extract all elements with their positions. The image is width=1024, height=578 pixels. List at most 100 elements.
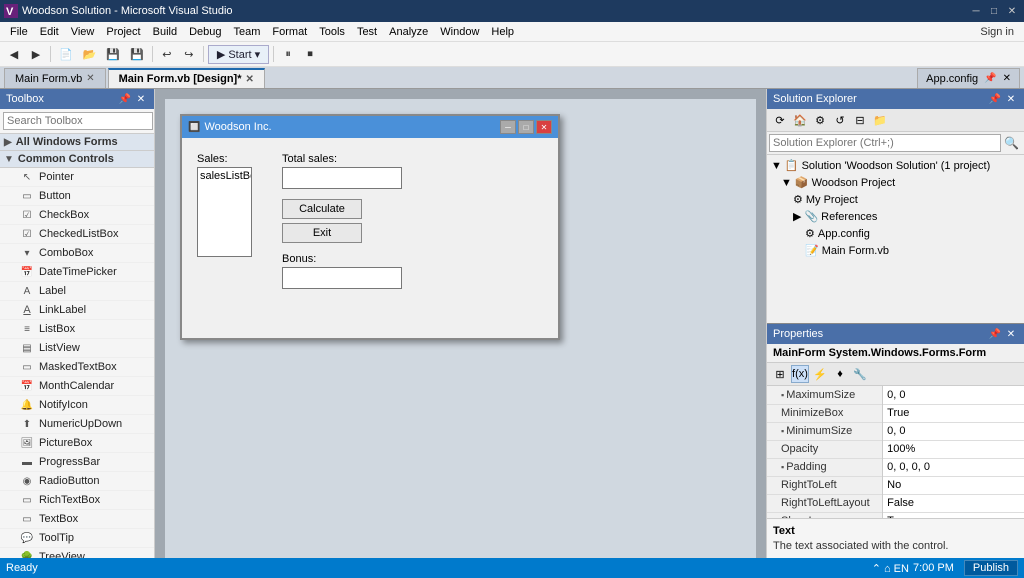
menu-debug[interactable]: Debug: [183, 24, 227, 40]
toolbox-pin-btn[interactable]: 📌: [118, 92, 132, 106]
toolbox-item-textbox[interactable]: ▭TextBox: [0, 510, 154, 529]
form-close-btn[interactable]: ✕: [536, 120, 552, 134]
toolbox-item-datetimepicker[interactable]: 📅DateTimePicker: [0, 263, 154, 282]
tab-mainform-design[interactable]: Main Form.vb [Design]* ✕: [108, 68, 265, 88]
menu-view[interactable]: View: [65, 24, 101, 40]
toolbox-item-checkedlistbox[interactable]: ☑CheckedListBox: [0, 225, 154, 244]
solution-explorer-close-btn[interactable]: ✕: [1004, 92, 1018, 106]
exit-button[interactable]: Exit: [282, 223, 362, 243]
toolbox-section-allwindows[interactable]: ▶ All Windows Forms: [0, 134, 154, 151]
toolbox-item-richtextbox[interactable]: ▭RichTextBox: [0, 491, 154, 510]
prop-val-righttoleft[interactable]: No: [883, 476, 1024, 494]
design-area[interactable]: 🔲 Woodson Inc. ─ □ ✕ Sales:: [155, 89, 766, 558]
prop-val-padding[interactable]: 0, 0, 0, 0: [883, 458, 1024, 476]
props-settings-btn[interactable]: 🔧: [851, 365, 869, 383]
sign-in-link[interactable]: Sign in: [974, 26, 1020, 38]
toolbox-search-input[interactable]: [3, 112, 153, 130]
props-event-btn[interactable]: ⚡: [811, 365, 829, 383]
toolbox-item-listview[interactable]: ▤ListView: [0, 339, 154, 358]
menu-project[interactable]: Project: [100, 24, 146, 40]
se-refresh-btn[interactable]: ↺: [831, 111, 849, 129]
publish-button[interactable]: Publish: [964, 560, 1018, 576]
toolbox-item-listbox[interactable]: ≡ListBox: [0, 320, 154, 339]
toolbox-item-numericupdown[interactable]: ⬆NumericUpDown: [0, 415, 154, 434]
menu-window[interactable]: Window: [434, 24, 485, 40]
toolbox-section-common-header[interactable]: ▼ Common Controls: [0, 151, 154, 168]
toolbox-item-treeview[interactable]: 🌳TreeView: [0, 548, 154, 558]
toolbox-item-monthcalendar[interactable]: 📅MonthCalendar: [0, 377, 154, 396]
prop-val-maxsize[interactable]: 0, 0: [883, 386, 1024, 404]
menu-edit[interactable]: Edit: [34, 24, 65, 40]
total-sales-textbox[interactable]: [282, 167, 402, 189]
toolbar-saveall-btn[interactable]: 💾: [126, 44, 148, 64]
se-home-btn[interactable]: 🏠: [791, 111, 809, 129]
appconfig-close-icon[interactable]: ✕: [1003, 73, 1011, 84]
properties-close-btn[interactable]: ✕: [1004, 327, 1018, 341]
form-restore-btn[interactable]: □: [518, 120, 534, 134]
form-minimize-btn[interactable]: ─: [500, 120, 516, 134]
tree-solution[interactable]: ▼ 📋 Solution 'Woodson Solution' (1 proje…: [769, 157, 1022, 174]
se-props-btn[interactable]: ⚙: [811, 111, 829, 129]
toolbar-save-btn[interactable]: 💾: [102, 44, 124, 64]
tree-project[interactable]: ▼ 📦 Woodson Project: [769, 174, 1022, 191]
toolbar-forward-btn[interactable]: ▶: [26, 44, 46, 64]
toolbox-item-button[interactable]: ▭Button: [0, 187, 154, 206]
toolbox-item-maskedtextbox[interactable]: ▭MaskedTextBox: [0, 358, 154, 377]
menu-help[interactable]: Help: [485, 24, 520, 40]
menu-team[interactable]: Team: [228, 24, 267, 40]
toolbar-pause-btn[interactable]: ⏸: [278, 44, 298, 64]
toolbox-item-linklabel[interactable]: ALinkLabel: [0, 301, 154, 320]
menu-format[interactable]: Format: [266, 24, 313, 40]
menu-test[interactable]: Test: [351, 24, 383, 40]
calculate-button[interactable]: Calculate: [282, 199, 362, 219]
sales-listbox[interactable]: salesListBo: [197, 167, 252, 257]
tree-appconfig[interactable]: ⚙ App.config: [769, 225, 1022, 242]
prop-val-righttoleftlayout[interactable]: False: [883, 494, 1024, 512]
tab-mainform-vb-close[interactable]: ✕: [86, 73, 94, 84]
toolbox-item-checkbox[interactable]: ☑CheckBox: [0, 206, 154, 225]
toolbox-item-tooltip[interactable]: 💬ToolTip: [0, 529, 154, 548]
menu-tools[interactable]: Tools: [313, 24, 351, 40]
tab-mainform-vb[interactable]: Main Form.vb ✕: [4, 68, 106, 88]
menu-build[interactable]: Build: [147, 24, 183, 40]
toolbox-item-progressbar[interactable]: ▬ProgressBar: [0, 453, 154, 472]
prop-val-minsize[interactable]: 0, 0: [883, 422, 1024, 440]
toolbox-item-notifyicon[interactable]: 🔔NotifyIcon: [0, 396, 154, 415]
bonus-textbox[interactable]: [282, 267, 402, 289]
toolbox-close-btn[interactable]: ✕: [134, 92, 148, 106]
solution-search-icon[interactable]: 🔍: [1001, 136, 1022, 150]
restore-button[interactable]: □: [986, 4, 1002, 18]
toolbar-undo-btn[interactable]: ↩: [157, 44, 177, 64]
menu-analyze[interactable]: Analyze: [383, 24, 434, 40]
solution-explorer-search-input[interactable]: [769, 134, 1001, 152]
tab-appconfig[interactable]: App.config 📌 ✕: [917, 68, 1020, 88]
prop-val-minimizebox[interactable]: True: [883, 404, 1024, 422]
minimize-button[interactable]: ─: [968, 4, 984, 18]
tree-mainform[interactable]: 📝 Main Form.vb: [769, 242, 1022, 259]
prop-val-opacity[interactable]: 100%: [883, 440, 1024, 458]
toolbox-item-picturebox[interactable]: 🖼PictureBox: [0, 434, 154, 453]
toolbar-redo-btn[interactable]: ↪: [179, 44, 199, 64]
run-button[interactable]: ▶ Start ▾: [208, 45, 269, 64]
se-show-files-btn[interactable]: 📁: [871, 111, 889, 129]
tab-mainform-design-close[interactable]: ✕: [245, 74, 253, 85]
toolbox-section-common[interactable]: ▼ Common Controls ↖Pointer ▭Button ☑Chec…: [0, 151, 154, 558]
se-collapse-btn[interactable]: ⊟: [851, 111, 869, 129]
props-sort-btn[interactable]: f(x): [791, 365, 809, 383]
properties-pin-btn[interactable]: 📌: [988, 327, 1002, 341]
props-diamond-btn[interactable]: ♦: [831, 365, 849, 383]
toolbar-new-btn[interactable]: 📄: [55, 44, 77, 64]
se-sync-btn[interactable]: ⟳: [771, 111, 789, 129]
tree-references[interactable]: ▶ 📎 References: [769, 208, 1022, 225]
toolbox-item-label[interactable]: ALabel: [0, 282, 154, 301]
tree-myproject[interactable]: ⚙ My Project: [769, 191, 1022, 208]
toolbox-item-pointer[interactable]: ↖Pointer: [0, 168, 154, 187]
toolbar-open-btn[interactable]: 📂: [79, 44, 101, 64]
close-button[interactable]: ✕: [1004, 4, 1020, 18]
toolbar-stop-btn[interactable]: ⏹: [300, 44, 320, 64]
menu-file[interactable]: File: [4, 24, 34, 40]
toolbar-back-btn[interactable]: ◀: [4, 44, 24, 64]
toolbox-section-allwindows-header[interactable]: ▶ All Windows Forms: [0, 134, 154, 151]
toolbox-item-radiobutton[interactable]: ◉RadioButton: [0, 472, 154, 491]
props-grid-btn[interactable]: ⊞: [771, 365, 789, 383]
